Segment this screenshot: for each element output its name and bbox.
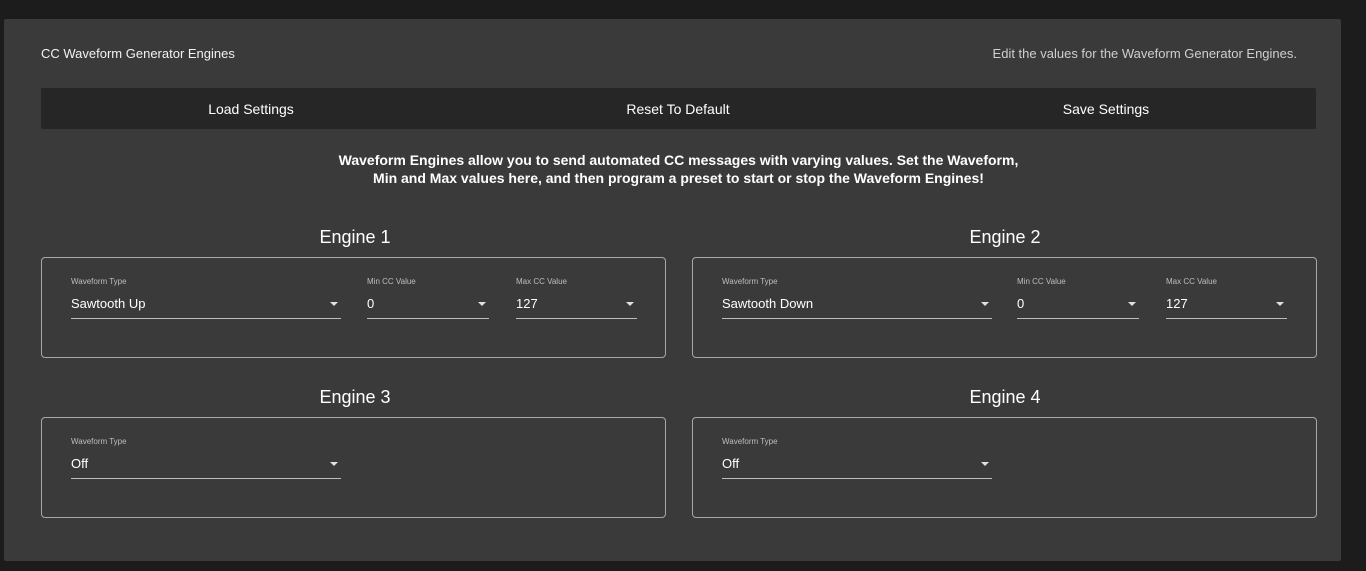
engine-1-min-value: 0 <box>367 296 375 311</box>
engine-2-min-label: Min CC Value <box>1017 277 1066 286</box>
engine-2-min-value: 0 <box>1017 296 1025 311</box>
chevron-down-icon <box>1276 302 1284 306</box>
engine-2-waveform-value: Sawtooth Down <box>722 296 814 311</box>
field-underline <box>722 478 992 479</box>
field-underline <box>71 478 341 479</box>
engine-2-title: Engine 2 <box>969 227 1041 247</box>
load-settings-button[interactable]: Load Settings <box>141 88 361 129</box>
engine-1-waveform-select[interactable]: Waveform Type Sawtooth Up <box>71 277 341 321</box>
settings-toolbar: Load Settings Reset To Default Save Sett… <box>41 88 1316 129</box>
field-underline <box>367 318 489 319</box>
engine-4-waveform-select[interactable]: Waveform Type Off <box>722 437 992 481</box>
engine-2-min-cc-select[interactable]: Min CC Value 0 <box>1017 277 1139 321</box>
panel-subtitle: Edit the values for the Waveform Generat… <box>992 46 1297 61</box>
engine-4-card: Waveform Type Off <box>692 417 1317 518</box>
engine-1-title: Engine 1 <box>319 227 391 247</box>
engine-2-max-label: Max CC Value <box>1166 277 1217 286</box>
engine-1-min-cc-select[interactable]: Min CC Value 0 <box>367 277 489 321</box>
chevron-down-icon <box>1128 302 1136 306</box>
chevron-down-icon <box>626 302 634 306</box>
engine-1-min-label: Min CC Value <box>367 277 416 286</box>
chevron-down-icon <box>981 462 989 466</box>
field-underline <box>1017 318 1139 319</box>
engine-2-max-value: 127 <box>1166 296 1188 311</box>
chevron-down-icon <box>330 462 338 466</box>
engine-4-title: Engine 4 <box>969 387 1041 407</box>
engine-4-waveform-value: Off <box>722 456 740 471</box>
reset-to-default-button[interactable]: Reset To Default <box>568 88 788 129</box>
chevron-down-icon <box>478 302 486 306</box>
field-underline <box>1166 318 1287 319</box>
engine-1-card: Waveform Type Sawtooth Up Min CC Value 0… <box>41 257 666 358</box>
field-underline <box>722 318 992 319</box>
engine-2-card: Waveform Type Sawtooth Down Min CC Value… <box>692 257 1317 358</box>
chevron-down-icon <box>330 302 338 306</box>
field-underline <box>71 318 341 319</box>
engine-3-card: Waveform Type Off <box>41 417 666 518</box>
engines-description: Waveform Engines allow you to send autom… <box>41 151 1316 187</box>
engine-1-max-cc-select[interactable]: Max CC Value 127 <box>516 277 637 321</box>
field-underline <box>516 318 637 319</box>
chevron-down-icon <box>981 302 989 306</box>
engine-1-max-label: Max CC Value <box>516 277 567 286</box>
waveform-engines-panel: CC Waveform Generator Engines Edit the v… <box>4 19 1341 561</box>
engine-1-waveform-value: Sawtooth Up <box>71 296 146 311</box>
save-settings-button[interactable]: Save Settings <box>996 88 1216 129</box>
engine-3-waveform-label: Waveform Type <box>71 437 127 446</box>
panel-title: CC Waveform Generator Engines <box>41 46 235 61</box>
panel-header: CC Waveform Generator Engines Edit the v… <box>41 46 1297 64</box>
engine-3-waveform-value: Off <box>71 456 89 471</box>
description-line-1: Waveform Engines allow you to send autom… <box>338 152 1019 168</box>
engine-3-title: Engine 3 <box>319 387 391 407</box>
engine-2-waveform-label: Waveform Type <box>722 277 778 286</box>
description-line-2: Min and Max values here, and then progra… <box>373 170 984 186</box>
engine-3-waveform-select[interactable]: Waveform Type Off <box>71 437 341 481</box>
engine-1-waveform-label: Waveform Type <box>71 277 127 286</box>
engine-2-waveform-select[interactable]: Waveform Type Sawtooth Down <box>722 277 992 321</box>
engine-1-max-value: 127 <box>516 296 538 311</box>
engine-2-max-cc-select[interactable]: Max CC Value 127 <box>1166 277 1287 321</box>
engine-4-waveform-label: Waveform Type <box>722 437 778 446</box>
